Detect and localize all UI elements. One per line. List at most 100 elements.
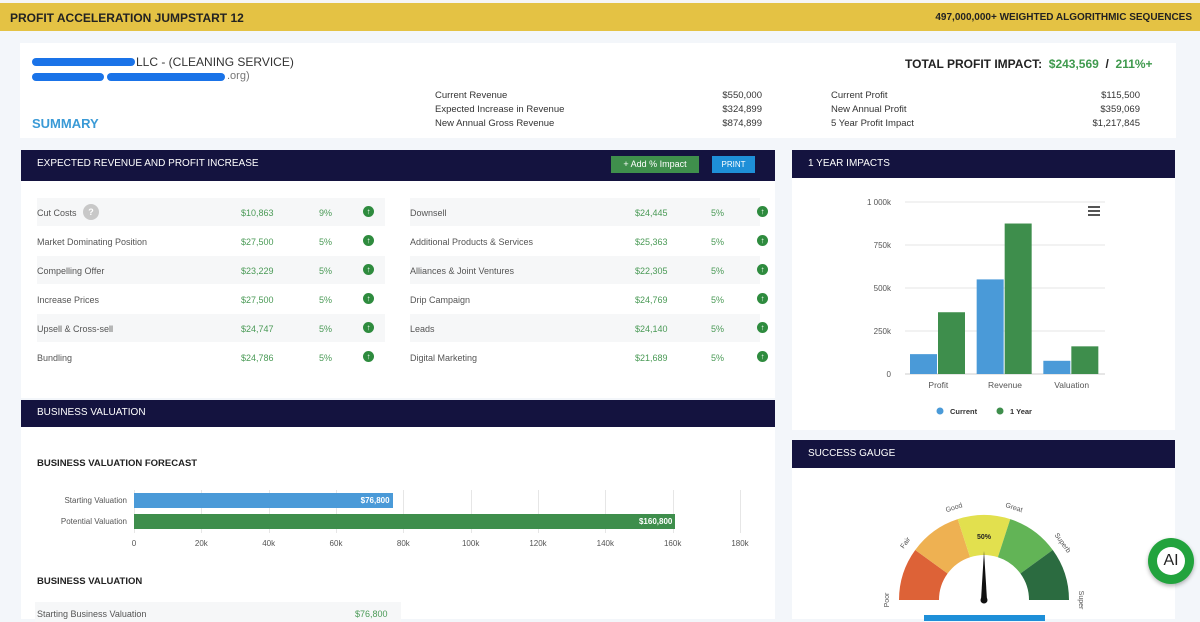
x-tick-label: 20k	[194, 539, 208, 548]
impact-row: Leads $24,140 5% ↑	[410, 314, 768, 342]
summary-label: Expected Increase in Revenue	[435, 104, 565, 115]
summary-value: $1,217,845	[1092, 118, 1140, 129]
company-name: LLC - (CLEANING SERVICE)	[136, 55, 294, 69]
arrow-up-icon[interactable]: ↑	[757, 351, 768, 362]
impact-pct: 5%	[319, 237, 333, 247]
gauge-panel: SUCCESS GAUGE Poor Fair Good Great Superb Sup…	[792, 440, 1175, 621]
y-tick-label: 750k	[874, 241, 892, 250]
arrow-up-icon[interactable]: ↑	[363, 264, 374, 275]
x-tick-label: 60k	[329, 539, 343, 548]
total-profit-value: $243,569	[1048, 57, 1099, 71]
starting-valuation-label: Starting Business Valuation	[37, 609, 147, 619]
bar-data-label: $76,800	[360, 496, 390, 505]
summary-label: Current Profit	[831, 90, 888, 101]
impact-pct: 9%	[319, 208, 333, 218]
impact-bar	[938, 312, 965, 374]
starting-valuation-row: Starting Business Valuation $76,800	[35, 602, 401, 622]
legend-label[interactable]: Current	[950, 407, 978, 416]
impacts-chart: 0 250k 500k 750k 1 000k Profit Revenue Valuatio…	[867, 198, 1105, 416]
grid-line	[740, 490, 741, 533]
x-tick-label: 80k	[396, 539, 410, 548]
top-bar: PROFIT ACCELERATION JUMPSTART 12 497,000…	[0, 0, 1200, 31]
valuation-panel: BUSINESS VALUATION BUSINESS VALUATION FO…	[21, 400, 775, 622]
summary-value: $115,500	[1101, 90, 1140, 101]
arrow-up-icon[interactable]: ↑	[363, 322, 374, 333]
category-label: Starting Valuation	[64, 496, 127, 505]
total-profit-label: TOTAL PROFIT IMPACT:	[905, 57, 1043, 71]
ai-chat-button[interactable]: AI	[1148, 538, 1194, 584]
impact-name: Market Dominating Position	[37, 237, 148, 247]
summary-label: Current Revenue	[435, 90, 508, 101]
impact-amount: $24,445	[635, 208, 668, 218]
impact-amount: $24,140	[635, 324, 668, 334]
valuation-section-title: BUSINESS VALUATION	[37, 576, 143, 587]
increase-title: EXPECTED REVENUE AND PROFIT INCREASE	[37, 158, 259, 169]
valuation-bar: $76,800	[134, 493, 393, 508]
x-tick-label: Profit	[928, 380, 948, 390]
arrow-up-icon[interactable]: ↑	[363, 293, 374, 304]
impacts-panel: 1 YEAR IMPACTS 0 250k 500k 750k 1 000k Profit…	[792, 150, 1175, 430]
impact-row: Market Dominating Position $27,500 5% ↑	[37, 227, 385, 255]
impact-pct: 5%	[711, 324, 725, 334]
success-gauge: Poor Fair Good Great Superb Super 50%	[884, 502, 1084, 610]
impact-row: Downsell $24,445 5% ↑	[410, 198, 768, 226]
gauge-needle-pivot	[980, 596, 988, 604]
impact-pct: 5%	[319, 324, 333, 334]
impact-row: Digital Marketing $21,689 5% ↑	[410, 343, 768, 371]
x-tick-label: 120k	[529, 539, 547, 548]
arrow-up-icon[interactable]: ↑	[363, 351, 374, 362]
add-impact-button[interactable]: + Add % Impact	[611, 156, 699, 173]
impact-name: Alliances & Joint Ventures	[410, 266, 515, 276]
arrow-up-icon[interactable]: ↑	[363, 235, 374, 246]
gauge-label: Great	[1004, 502, 1023, 514]
arrow-up-icon[interactable]: ↑	[757, 264, 768, 275]
x-tick-label: 0	[131, 539, 137, 548]
impact-pct: 5%	[711, 237, 725, 247]
x-tick-label: 40k	[262, 539, 276, 548]
impact-row: Alliances & Joint Ventures $22,305 5% ↑	[410, 256, 768, 284]
separator: /	[1105, 57, 1109, 71]
summary-value: $324,899	[722, 104, 762, 115]
summary-label: New Annual Gross Revenue	[435, 118, 555, 129]
starting-valuation-value: $76,800	[355, 609, 388, 619]
impact-amount: $10,863	[241, 208, 274, 218]
arrow-up-icon[interactable]: ↑	[757, 235, 768, 246]
impact-bar	[1071, 346, 1099, 374]
impact-pct: 5%	[319, 295, 333, 305]
arrow-up-icon[interactable]: ↑	[757, 206, 768, 217]
total-profit-pct: 211%+	[1115, 57, 1153, 71]
impact-name: Additional Products & Services	[410, 237, 534, 247]
gauge-label: Superb	[1053, 532, 1072, 554]
impact-bar	[1004, 223, 1032, 374]
impact-name: Leads	[410, 324, 435, 334]
increase-panel: EXPECTED REVENUE AND PROFIT INCREASE + A…	[21, 150, 775, 398]
impact-name: Drip Campaign	[410, 295, 471, 305]
gauge-label: Poor	[884, 592, 891, 607]
valuation-bar: $160,800	[134, 514, 676, 529]
impact-row: Compelling Offer $23,229 5% ↑	[37, 256, 385, 284]
arrow-up-icon[interactable]: ↑	[757, 322, 768, 333]
y-tick-label: 250k	[874, 327, 892, 336]
arrow-up-icon[interactable]: ↑	[363, 206, 374, 217]
impact-bar	[976, 279, 1004, 374]
impact-pct: 5%	[711, 208, 725, 218]
y-tick-label: 500k	[874, 284, 892, 293]
email-suffix: .org)	[227, 70, 250, 82]
impact-name: Digital Marketing	[410, 353, 478, 363]
legend-label[interactable]: 1 Year	[1010, 407, 1032, 416]
impact-pct: 5%	[319, 353, 333, 363]
help-icon[interactable]: ?	[83, 204, 99, 220]
gauge-label: Fair	[900, 536, 913, 550]
print-button[interactable]: PRINT	[712, 156, 755, 173]
impact-amount: $25,363	[635, 237, 668, 247]
gauge-button[interactable]	[924, 615, 1045, 621]
arrow-up-icon[interactable]: ↑	[757, 293, 768, 304]
gauge-needle	[981, 551, 987, 600]
gauge-value-label: 50%	[977, 534, 992, 541]
impact-amount: $24,769	[635, 295, 668, 305]
impact-amount: $27,500	[241, 295, 274, 305]
summary-card: LLC - (CLEANING SERVICE) .org) SUMMARY T…	[20, 43, 1176, 138]
impact-amount: $23,229	[241, 266, 274, 276]
impact-row: Upsell & Cross-sell $24,747 5% ↑	[37, 314, 385, 342]
impact-pct: 5%	[711, 295, 725, 305]
